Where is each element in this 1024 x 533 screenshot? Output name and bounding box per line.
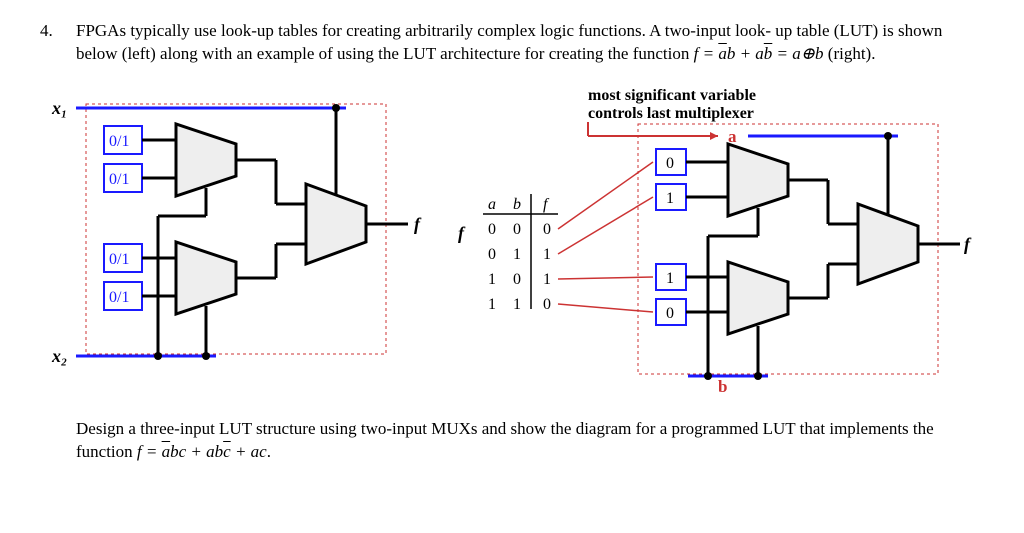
- svg-text:1: 1: [513, 246, 521, 263]
- value-cell-3: 0: [656, 299, 686, 325]
- intro-line1: FPGAs typically use look-up tables for c…: [76, 21, 771, 40]
- mux-top-right: [728, 144, 788, 216]
- svg-text:0: 0: [543, 221, 551, 238]
- svg-text:0: 0: [543, 296, 551, 313]
- design-line1: Design a three-input LUT structure using…: [76, 419, 758, 438]
- svg-text:1: 1: [543, 271, 551, 288]
- x2-label: x₂: [51, 346, 67, 366]
- b-label: b: [718, 377, 727, 394]
- design-formula: f = abc + abc + ac: [137, 442, 267, 461]
- right-header-1: most significant variable: [588, 87, 756, 104]
- right-lut-diagram: most significant variable controls last …: [438, 84, 978, 401]
- storage-cell-2: 0/1: [104, 244, 142, 272]
- svg-text:1: 1: [666, 270, 674, 287]
- svg-text:0/1: 0/1: [109, 133, 129, 150]
- function-formula: f = ab + ab = a⊕b: [694, 44, 824, 63]
- svg-text:1: 1: [666, 190, 674, 207]
- svg-text:0: 0: [513, 221, 521, 238]
- left-lut-diagram: x₁ x₂ 0/1 0/1 0/1 0/1: [46, 84, 426, 381]
- connector-1: [558, 197, 653, 254]
- svg-text:0: 0: [488, 221, 496, 238]
- svg-text:a: a: [488, 196, 496, 213]
- design-task: Design a three-input LUT structure using…: [76, 418, 984, 464]
- svg-text:0: 0: [666, 305, 674, 322]
- svg-text:0/1: 0/1: [109, 251, 129, 268]
- svg-text:b: b: [513, 196, 521, 213]
- connector-2: [558, 277, 653, 279]
- svg-text:0/1: 0/1: [109, 289, 129, 306]
- design-line2-suffix: .: [267, 442, 271, 461]
- arrow-head: [710, 132, 718, 140]
- storage-cell-1: 0/1: [104, 164, 142, 192]
- storage-cell-3: 0/1: [104, 282, 142, 310]
- problem-text: FPGAs typically use look-up tables for c…: [76, 20, 984, 74]
- connector-0: [558, 162, 653, 229]
- connector-3: [558, 304, 653, 312]
- storage-cell-0: 0/1: [104, 126, 142, 154]
- value-cell-1: 1: [656, 184, 686, 210]
- truth-table: f a b f 0 0 0 0 1 1 1 0 1 1 1 0: [458, 162, 653, 313]
- value-cell-2: 1: [656, 264, 686, 290]
- intro-line3-suffix: (right).: [828, 44, 876, 63]
- problem-number: 4.: [40, 20, 64, 74]
- svg-text:1: 1: [488, 296, 496, 313]
- svg-text:0: 0: [488, 246, 496, 263]
- mux-bottom: [176, 242, 236, 314]
- value-cell-0: 0: [656, 149, 686, 175]
- right-header-2: controls last multiplexer: [588, 105, 754, 122]
- output-f-label: f: [414, 214, 422, 234]
- diagrams-row: x₁ x₂ 0/1 0/1 0/1 0/1: [40, 84, 984, 401]
- svg-text:0: 0: [666, 155, 674, 172]
- svg-text:1: 1: [543, 246, 551, 263]
- problem-block: 4. FPGAs typically use look-up tables fo…: [40, 20, 984, 74]
- mux-top: [176, 124, 236, 196]
- intro-line3-prefix: the function: [608, 44, 694, 63]
- out-f-right: f: [964, 234, 972, 254]
- x1-label: x₁: [51, 98, 67, 118]
- svg-text:f: f: [543, 196, 550, 213]
- svg-text:0: 0: [513, 271, 521, 288]
- mux-bottom-right: [728, 262, 788, 334]
- svg-text:1: 1: [488, 271, 496, 288]
- svg-text:1: 1: [513, 296, 521, 313]
- truth-f-label: f: [458, 223, 466, 243]
- svg-text:0/1: 0/1: [109, 171, 129, 188]
